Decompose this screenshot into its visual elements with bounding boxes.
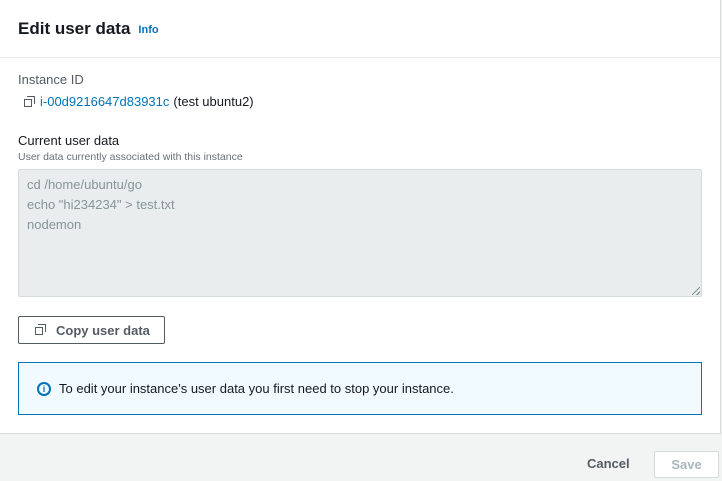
user-data-textarea[interactable]: cd /home/ubuntu/go echo "hi234234" > tes… [18, 169, 702, 297]
instance-id-link[interactable]: i-00d9216647d83931c [40, 94, 169, 109]
alert-message: To edit your instance's user data you fi… [59, 381, 454, 396]
info-alert: i To edit your instance's user data you … [18, 362, 702, 415]
copy-icon [35, 324, 47, 336]
current-user-data-description: User data currently associated with this… [18, 151, 243, 163]
copy-user-data-button[interactable]: Copy user data [18, 316, 165, 344]
edit-user-data-panel: Edit user data Info Instance ID i-00d921… [0, 0, 721, 434]
instance-id-label: Instance ID [18, 72, 84, 87]
info-circle-icon: i [37, 381, 51, 396]
page-title: Edit user data [18, 18, 131, 38]
instance-id-row: i-00d9216647d83931c (test ubuntu2) [24, 94, 254, 109]
save-button: Save [654, 451, 719, 478]
instance-name: (test ubuntu2) [173, 94, 254, 109]
copy-user-data-label: Copy user data [56, 322, 150, 338]
panel-header: Edit user data Info [0, 0, 720, 58]
cancel-button[interactable]: Cancel [587, 456, 630, 471]
info-link[interactable]: Info [138, 24, 158, 36]
resize-handle-icon[interactable] [692, 287, 700, 295]
current-user-data-label: Current user data [18, 133, 120, 148]
copy-icon[interactable] [24, 95, 36, 108]
